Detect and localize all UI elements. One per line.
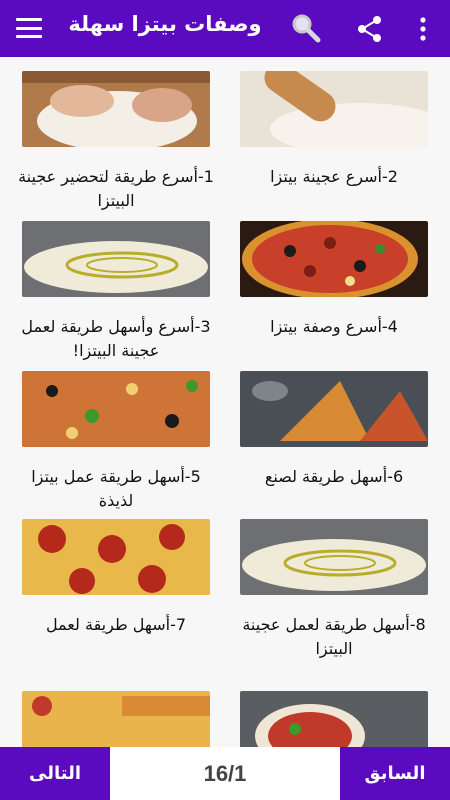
- share-icon[interactable]: [356, 15, 384, 43]
- recipe-card-6[interactable]: 6-أسهل طريقة لصنع: [240, 357, 430, 505]
- recipe-title: 8-أسهل طريقة لعمل عجينة البيتزا: [242, 615, 426, 658]
- recipe-title: 3-أسرع وأسهل طريقة لعمل عجينة البيتزا!: [21, 317, 211, 360]
- pizza-dough-oil-image: [240, 519, 428, 595]
- recipe-card-8[interactable]: 8-أسهل طريقة لعمل عجينة البيتزا: [240, 505, 430, 658]
- app-bar: وصفات بيتزا سهلة: [0, 0, 450, 57]
- previous-button[interactable]: السابق: [340, 747, 450, 800]
- recipe-card-1[interactable]: 1-أسرع طريقة لتحضير عجينة البيتزا: [18, 57, 214, 210]
- recipe-title: 7-أسهل طريقة لعمل: [45, 615, 187, 634]
- dough-rolling-pin-image: [240, 71, 428, 147]
- next-button[interactable]: التالى: [0, 747, 110, 800]
- recipe-card-5[interactable]: 5-أسهل طريقة عمل بيتزا لذيذة: [22, 357, 212, 510]
- recipe-title: 1-أسرع طريقة لتحضير عجينة البيتزا: [18, 167, 214, 210]
- recipe-grid: 1-أسرع طريقة لتحضير عجينة البيتزا 2-أسرع…: [0, 57, 450, 747]
- tomato-sauce-dough-image: [240, 691, 428, 747]
- page-indicator: 16/1: [203, 760, 247, 786]
- pepperoni-pizza-image: [240, 221, 428, 297]
- pagination-bar: التالى 16/1 السابق: [0, 747, 450, 800]
- pizza-dough-oil-image: [22, 221, 210, 297]
- recipe-card-10[interactable]: [240, 677, 430, 747]
- recipe-title: 2-أسرع عجينة بيتزا: [270, 167, 398, 186]
- search-icon[interactable]: [290, 12, 322, 44]
- veggie-pizza-image: [22, 371, 210, 447]
- page-title: وصفات بيتزا سهلة: [68, 12, 262, 36]
- more-vert-icon[interactable]: [416, 14, 430, 44]
- cheese-pizza-image: [22, 691, 210, 747]
- recipe-title: 4-أسرع وصفة بيتزا: [270, 317, 398, 336]
- pepperoni-slices-image: [22, 519, 210, 595]
- recipe-title: 6-أسهل طريقة لصنع: [264, 467, 404, 486]
- recipe-card-9[interactable]: [22, 677, 212, 747]
- dough-kneading-image: [22, 71, 210, 147]
- recipe-card-4[interactable]: 4-أسرع وصفة بيتزا: [240, 207, 430, 355]
- recipe-card-7[interactable]: 7-أسهل طريقة لعمل: [22, 505, 212, 653]
- pizza-slices-image: [240, 371, 428, 447]
- recipe-card-2[interactable]: 2-أسرع عجينة بيتزا: [240, 57, 430, 205]
- menu-icon[interactable]: [14, 14, 44, 42]
- recipe-card-3[interactable]: 3-أسرع وأسهل طريقة لعمل عجينة البيتزا!: [21, 207, 212, 360]
